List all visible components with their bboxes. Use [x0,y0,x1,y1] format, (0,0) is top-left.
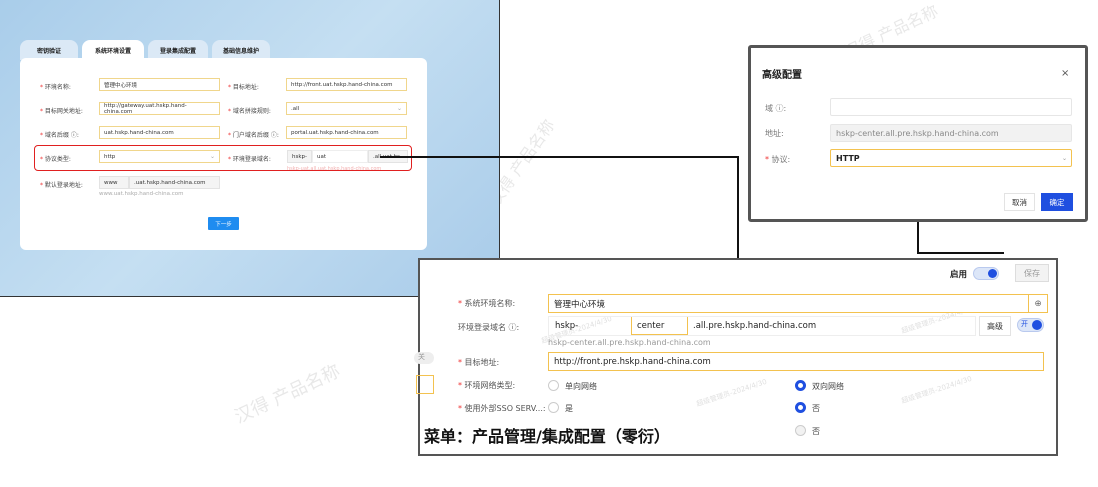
target-addr-input[interactable]: http://front.uat.hskp.hand-china.com [286,78,407,91]
default-login-label: * 默认登录地址: [40,182,83,189]
target-input[interactable]: http://front.pre.hskp.hand-china.com [548,352,1044,371]
enable-label: 启用 [950,270,968,280]
advanced-config-modal: 高级配置 × 域 ⓘ: 地址: hskp-center.all.pre.hskp… [748,45,1088,222]
radio-two-way[interactable] [795,380,806,391]
login-domain-suffix: .all.pre.hskp.hand-china.com [693,321,817,331]
next-button[interactable]: 下一步 [208,217,239,230]
portal-suffix-input[interactable]: portal.uat.hskp.hand-china.com [286,126,407,139]
protocol-label: * 协议: [765,155,791,164]
address-input: hskp-center.all.pre.hskp.hand-china.com [830,124,1072,142]
two-way-label: 双向网络 [812,382,844,391]
login-domain-prefix: hskp- [555,321,579,331]
env-name-label: * 环境名称: [40,84,71,91]
modal-title: 高级配置 [762,70,802,81]
protocol-value: HTTP [836,153,860,163]
default-login-prefix[interactable]: www [99,176,129,189]
target-addr-label: * 目标地址: [228,84,259,91]
login-domain-hint: hskp-center.all.pre.hskp.hand-china.com [548,338,711,347]
radio-sso-yes[interactable] [548,402,559,413]
tab-system-env[interactable]: 系统环境设置 [82,40,144,60]
sso-no-label: 否 [812,404,820,413]
env-name-input[interactable]: 管理中心环境 [99,78,220,91]
watermark: 汉得 产品名称 [231,360,344,428]
address-label: 地址: [765,129,784,138]
env-name-input[interactable]: 管理中心环境 [548,294,1029,313]
chevron-down-icon: ⌄ [1061,154,1067,162]
help-icon: ⓘ [775,104,784,113]
help-icon: ⓘ [70,132,77,139]
menu-caption: 菜单：产品管理/集成配置（零衍） [424,427,670,446]
domain-rule-select[interactable]: .all ⌄ [286,102,407,115]
one-way-label: 单向网络 [565,382,597,391]
side-toggle-off[interactable]: 关 [414,352,434,364]
close-icon[interactable]: × [1061,68,1069,79]
default-login-hint: www.uat.hskp.hand-china.com [99,191,184,197]
env-setup-screenshot: 密钥验证 系统环境设置 登录集成配置 基础信息维护 * 环境名称: 管理中心环境… [0,0,500,297]
domain-label: 域 ⓘ: [765,104,787,113]
enable-toggle[interactable] [973,267,999,280]
save-button[interactable]: 保存 [1015,264,1049,282]
gateway-label: * 目标网关地址: [40,108,83,115]
cancel-button[interactable]: 取消 [1004,193,1035,211]
connector-line [917,222,919,253]
domain-rule-value: .all [291,105,300,112]
network-label: * 环境网络类型: [458,381,516,390]
globe-icon[interactable]: ⊕ [1028,294,1048,313]
highlight-box [34,145,412,171]
side-input[interactable] [416,375,434,394]
target-label: * 目标地址: [458,358,500,367]
confirm-button[interactable]: 确定 [1041,193,1073,211]
env-name-label: * 系统环境名称: [458,299,516,308]
integration-config-panel: 超级管理员-2024/4/30 超级管理员-2024/4/30 超级管理员-20… [414,258,1058,456]
radio-sso-no[interactable] [795,402,806,413]
domain-toggle[interactable]: 开 [1017,318,1044,332]
radio-auto-no[interactable] [795,425,806,436]
advanced-button[interactable]: 高级 [979,316,1011,336]
radio-one-way[interactable] [548,380,559,391]
connector-line [380,156,739,158]
connector-line [737,156,739,259]
help-icon: ⓘ [508,323,517,332]
sso-label: * 使用外部SSO SERV...: [458,404,546,413]
watermark: 超级管理员-2024/4/30 [695,377,768,409]
tab-basic-info[interactable]: 基础信息维护 [212,40,270,60]
default-login-suffix: .uat.hskp.hand-china.com [129,176,220,189]
watermark: 超级管理员-2024/4/30 [900,374,973,406]
domain-input[interactable] [830,98,1072,116]
domain-rule-label: * 域名拼接规则: [228,108,271,115]
domain-suffix-label: * 域名后缀 ⓘ: [40,132,79,139]
tab-key-verify[interactable]: 密钥验证 [20,40,78,60]
domain-suffix-input[interactable]: uat.hskp.hand-china.com [99,126,220,139]
help-icon: ⓘ [270,132,277,139]
toggle-label: 开 [1021,320,1028,328]
login-domain-label: 环境登录域名 ⓘ: [458,323,520,332]
protocol-select[interactable]: HTTP ⌄ [830,149,1072,167]
auto-no-label: 否 [812,427,820,436]
chevron-down-icon: ⌄ [396,105,402,112]
connector-line [917,252,1004,254]
gateway-input[interactable]: http://gateway.uat.hskp.hand-china.com [99,102,220,115]
sso-yes-label: 是 [565,404,573,413]
portal-suffix-label: * 门户域名后缀 ⓘ: [228,132,279,139]
login-domain-input[interactable]: center [631,316,688,335]
tab-login-integration[interactable]: 登录集成配置 [148,40,208,60]
